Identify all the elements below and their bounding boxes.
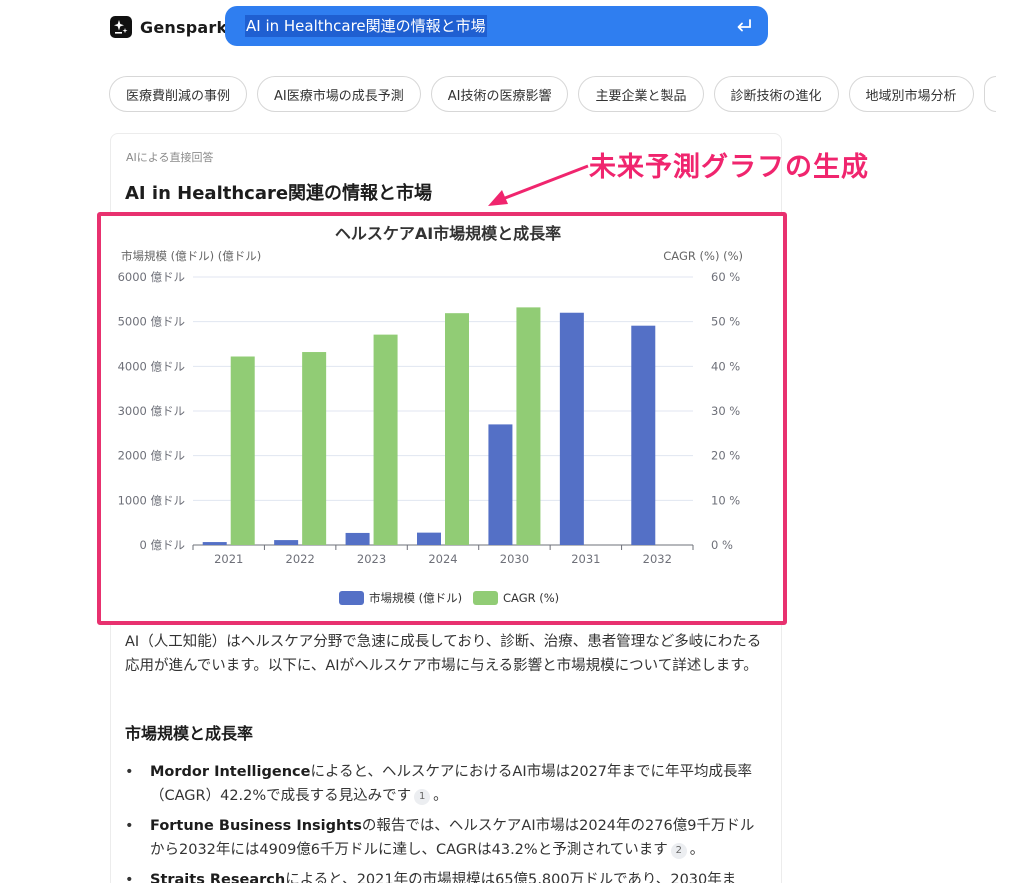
left-tick-label: 4000 億ドル — [118, 359, 185, 373]
chart-highlight-frame: ヘルスケアAI市場規模と成長率市場規模 (億ドル) (億ドル) CAGR (%) … — [97, 212, 787, 625]
search-bar[interactable]: AI in Healthcare関連の情報と市場 — [225, 6, 768, 46]
sparkle-icon — [110, 16, 132, 38]
market-bullets: Mordor Intelligenceによると、ヘルスケアにおけるAI市場は20… — [125, 760, 765, 883]
x-tick-label: 2021 — [214, 552, 243, 566]
brand-name: Genspark — [140, 17, 228, 37]
citation-badge[interactable]: 2 — [670, 843, 687, 859]
bar-market-size — [202, 542, 227, 545]
citation-badge[interactable]: 1 — [414, 789, 431, 805]
bullet-tail: 。 — [689, 842, 705, 858]
left-tick-label: 6000 億ドル — [118, 270, 185, 284]
annotation-label: 未来予測グラフの生成 — [589, 152, 869, 183]
related-topics: 医療費削減の事例 AI医療市場の成長予測 AI技術の医療影響 主要企業と製品 診… — [109, 76, 996, 112]
right-tick-label: 20 % — [711, 449, 740, 463]
genspark-logo[interactable]: Genspark — [110, 14, 227, 40]
list-item: Mordor Intelligenceによると、ヘルスケアにおけるAI市場は20… — [125, 760, 765, 808]
bar-market-size — [274, 540, 299, 545]
x-tick-label: 2032 — [643, 552, 672, 566]
right-tick-label: 30 % — [711, 404, 740, 418]
bar-cagr — [373, 334, 398, 545]
list-item: Straits Researchによると、2021年の市場規模は65億5,800… — [125, 868, 765, 883]
chip-next-partial[interactable] — [983, 76, 996, 112]
intro-paragraph: AI（人工知能）はヘルスケア分野で急速に成長しており、診断、治療、患者管理など多… — [125, 634, 762, 674]
market-chart: ヘルスケアAI市場規模と成長率市場規模 (億ドル) (億ドル) CAGR (%) … — [118, 224, 743, 605]
x-tick-label: 2023 — [357, 552, 386, 566]
annotation-arrow-icon — [488, 164, 589, 206]
right-tick-label: 10 % — [711, 493, 740, 507]
bar-market-size — [488, 424, 513, 545]
bullet-tail: 。 — [433, 788, 448, 804]
legend-swatch — [473, 591, 498, 605]
chip-cost-reduction[interactable]: 医療費削減の事例 — [109, 76, 248, 112]
x-tick-label: 2024 — [428, 552, 457, 566]
answer-title: AI in Healthcare関連の情報と市場 — [125, 183, 433, 204]
ai-answer-label: AIによる直接回答 — [126, 151, 214, 164]
search-input[interactable]: AI in Healthcare関連の情報と市場 — [245, 15, 487, 37]
legend-label: CAGR (%) — [503, 591, 559, 605]
enter-icon[interactable] — [734, 16, 754, 36]
x-tick-label: 2030 — [500, 552, 529, 566]
chip-regional[interactable]: 地域別市場分析 — [848, 76, 974, 112]
bar-cagr — [516, 307, 541, 545]
bullet-text: によると、2021年の市場規模は65億5,800万ドルであり、2030年ま — [285, 872, 737, 883]
right-tick-label: 0 % — [711, 538, 733, 552]
source-name: Fortune Business Insights — [150, 818, 362, 834]
right-tick-label: 60 % — [711, 270, 740, 284]
chart-title: ヘルスケアAI市場規模と成長率 — [335, 224, 561, 243]
x-tick-label: 2031 — [571, 552, 600, 566]
chip-tech-impact[interactable]: AI技術の医療影響 — [430, 76, 569, 112]
chip-market-forecast[interactable]: AI医療市場の成長予測 — [257, 76, 421, 112]
bar-market-size — [559, 312, 584, 545]
right-tick-label: 40 % — [711, 359, 740, 373]
list-item: Fortune Business Insightsの報告では、ヘルスケアAI市場… — [125, 814, 765, 862]
left-tick-label: 1000 億ドル — [118, 493, 185, 507]
chip-companies[interactable]: 主要企業と製品 — [578, 76, 704, 112]
left-tick-label: 2000 億ドル — [118, 449, 185, 463]
bar-market-size — [631, 325, 656, 545]
section-heading: 市場規模と成長率 — [125, 724, 254, 743]
left-tick-label: 5000 億ドル — [118, 315, 185, 329]
right-axis-title: CAGR (%) (%) — [663, 249, 743, 263]
source-name: Mordor Intelligence — [150, 764, 311, 780]
legend-label: 市場規模 (億ドル) — [369, 591, 462, 605]
left-axis-title: 市場規模 (億ドル) (億ドル) — [121, 249, 261, 263]
right-tick-label: 50 % — [711, 315, 740, 329]
legend-swatch — [339, 591, 364, 605]
source-name: Straits Research — [150, 872, 286, 883]
bar-cagr — [230, 356, 255, 545]
left-tick-label: 0 億ドル — [140, 538, 185, 552]
left-tick-label: 3000 億ドル — [118, 404, 185, 418]
bar-cagr — [445, 313, 469, 545]
bar-market-size — [417, 532, 441, 545]
chip-diagnostics[interactable]: 診断技術の進化 — [713, 76, 839, 112]
bar-market-size — [345, 532, 370, 545]
bar-cagr — [302, 352, 327, 545]
x-tick-label: 2022 — [286, 552, 315, 566]
